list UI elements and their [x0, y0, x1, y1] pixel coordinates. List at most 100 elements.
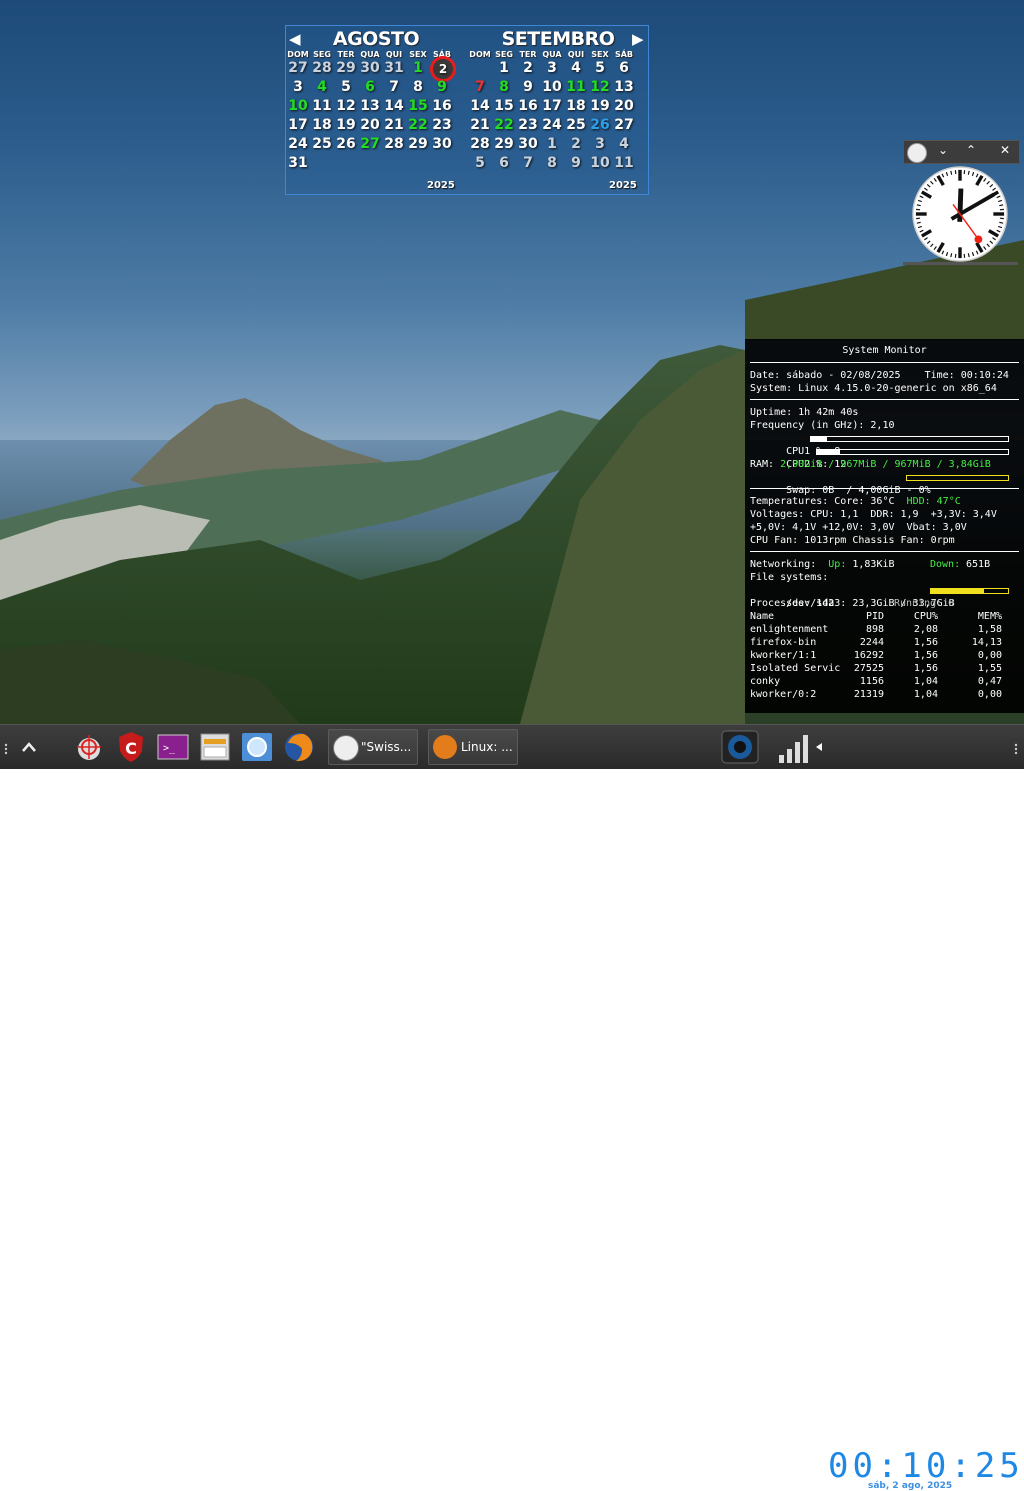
calendar-day[interactable]: 8 — [540, 154, 564, 173]
calendar-day[interactable]: 20 — [358, 116, 382, 135]
calendar-day[interactable]: 23 — [516, 116, 540, 135]
calendar-day[interactable]: 5 — [588, 59, 612, 78]
calendar-day[interactable]: 26 — [588, 116, 612, 135]
calendar-day[interactable]: 3 — [540, 59, 564, 78]
calendar-day[interactable]: 21 — [382, 116, 406, 135]
calendar-day[interactable]: 30 — [358, 59, 382, 78]
calendar-day[interactable]: 7 — [516, 154, 540, 173]
calendar-day[interactable]: 1 — [540, 135, 564, 154]
calendar-day[interactable]: 1 — [406, 59, 430, 78]
calendar-day[interactable]: 17 — [286, 116, 310, 135]
calendar-day[interactable]: 11 — [612, 154, 636, 173]
target-launcher-icon[interactable] — [72, 729, 106, 765]
maximize-icon[interactable]: ⌃ — [966, 143, 976, 157]
calendar-day[interactable]: 3 — [588, 135, 612, 154]
calendar-day[interactable]: 14 — [382, 97, 406, 116]
calendar-day[interactable]: 11 — [310, 97, 334, 116]
mixer-speaker-icon[interactable] — [718, 729, 762, 765]
clock-widget-titlebar[interactable]: ⌄ ⌃ ✕ — [903, 140, 1020, 164]
calendar-day[interactable]: 1 — [492, 59, 516, 78]
calendar-day[interactable]: 24 — [286, 135, 310, 154]
calendar-day[interactable]: 27 — [286, 59, 310, 78]
calendar-day[interactable]: 29 — [334, 59, 358, 78]
ram-line: RAM: 2,90GiB / 967MiB / 967MiB / 3,84GiB — [750, 458, 1019, 471]
calendar-day[interactable]: 11 — [564, 78, 588, 97]
calendar-day[interactable]: 12 — [334, 97, 358, 116]
taskbar-end-handle-icon[interactable] — [1010, 729, 1022, 765]
calendar-day[interactable]: 21 — [468, 116, 492, 135]
calendar-day[interactable]: 5 — [334, 78, 358, 97]
calendar-day[interactable]: 9 — [430, 78, 454, 97]
calendar-day[interactable]: 15 — [406, 97, 430, 116]
calendar-day[interactable]: 10 — [588, 154, 612, 173]
minimize-icon[interactable]: ⌄ — [938, 143, 948, 157]
calendar-day[interactable]: 13 — [612, 78, 636, 97]
calendar-day[interactable]: 2 — [564, 135, 588, 154]
calendar-day[interactable]: 30 — [430, 135, 454, 154]
calendar-day[interactable]: 12 — [588, 78, 612, 97]
calendar-day[interactable]: 31 — [382, 59, 406, 78]
calendar-day[interactable]: 8 — [492, 78, 516, 97]
clock-prev-arrow-icon[interactable] — [814, 729, 824, 765]
calendar-day-today[interactable]: 2 — [430, 59, 454, 78]
calendar-day[interactable]: 17 — [540, 97, 564, 116]
calendar-day[interactable]: 14 — [468, 97, 492, 116]
calendar-day[interactable]: 19 — [334, 116, 358, 135]
calendar-day[interactable]: 28 — [468, 135, 492, 154]
calendar-day[interactable]: 3 — [286, 78, 310, 97]
calendar-day[interactable]: 24 — [540, 116, 564, 135]
digital-clock[interactable]: 00:10:25 — [828, 1449, 998, 1483]
calendar-day[interactable]: 10 — [286, 97, 310, 116]
calendar-day[interactable]: 6 — [612, 59, 636, 78]
calendar-day[interactable]: 6 — [492, 154, 516, 173]
calendar-day[interactable]: 20 — [612, 97, 636, 116]
calendar-day[interactable]: 30 — [516, 135, 540, 154]
calendar-day[interactable]: 25 — [310, 135, 334, 154]
calendar-day[interactable]: 22 — [406, 116, 430, 135]
calendar-day[interactable]: 25 — [564, 116, 588, 135]
calendar-day[interactable]: 2 — [516, 59, 540, 78]
calendar-day[interactable]: 13 — [358, 97, 382, 116]
calendar-day[interactable]: 28 — [310, 59, 334, 78]
calendar-day[interactable]: 18 — [310, 116, 334, 135]
taskbar-handle-icon[interactable] — [0, 729, 12, 765]
calendar-day[interactable]: 4 — [564, 59, 588, 78]
task-firefox[interactable]: Linux: ... — [428, 729, 518, 765]
calendar-day[interactable]: 27 — [612, 116, 636, 135]
calendar-day[interactable]: 6 — [358, 78, 382, 97]
file-manager-icon[interactable] — [198, 729, 232, 765]
browser-icon[interactable] — [240, 729, 274, 765]
calendar-day[interactable]: 31 — [286, 154, 310, 173]
year-label-september: 2025 — [609, 180, 637, 191]
calendar-day[interactable]: 15 — [492, 97, 516, 116]
calendar-week-row: 14151617181920 — [468, 97, 636, 116]
calendar-day[interactable]: 16 — [430, 97, 454, 116]
task-swiss-clock[interactable]: "Swiss... — [328, 729, 418, 765]
calendar-day[interactable]: 7 — [468, 78, 492, 97]
start-menu-arrow-icon[interactable] — [18, 729, 40, 765]
calendar-day[interactable]: 16 — [516, 97, 540, 116]
calendar-day[interactable]: 23 — [430, 116, 454, 135]
calendar-day[interactable]: 8 — [406, 78, 430, 97]
calendar-day[interactable]: 27 — [358, 135, 382, 154]
calendar-day[interactable]: 4 — [612, 135, 636, 154]
calendar-day[interactable]: 29 — [406, 135, 430, 154]
calendar-day[interactable]: 4 — [310, 78, 334, 97]
calendar-day[interactable]: 5 — [468, 154, 492, 173]
signal-strength-icon[interactable] — [776, 729, 816, 765]
firefox-icon[interactable] — [282, 729, 316, 765]
calendar-day[interactable]: 22 — [492, 116, 516, 135]
calendar-day[interactable]: 29 — [492, 135, 516, 154]
comodo-shield-icon[interactable]: C — [114, 729, 148, 765]
close-icon[interactable]: ✕ — [1000, 143, 1010, 157]
calendar-day[interactable]: 28 — [382, 135, 406, 154]
calendar-day[interactable]: 9 — [516, 78, 540, 97]
calendar-day[interactable]: 7 — [382, 78, 406, 97]
process-name: kworker/1:1 — [750, 649, 852, 662]
calendar-day[interactable]: 9 — [564, 154, 588, 173]
terminal-icon[interactable]: >_ — [156, 729, 190, 765]
calendar-day[interactable]: 10 — [540, 78, 564, 97]
calendar-day[interactable]: 19 — [588, 97, 612, 116]
calendar-day[interactable]: 26 — [334, 135, 358, 154]
calendar-day[interactable]: 18 — [564, 97, 588, 116]
